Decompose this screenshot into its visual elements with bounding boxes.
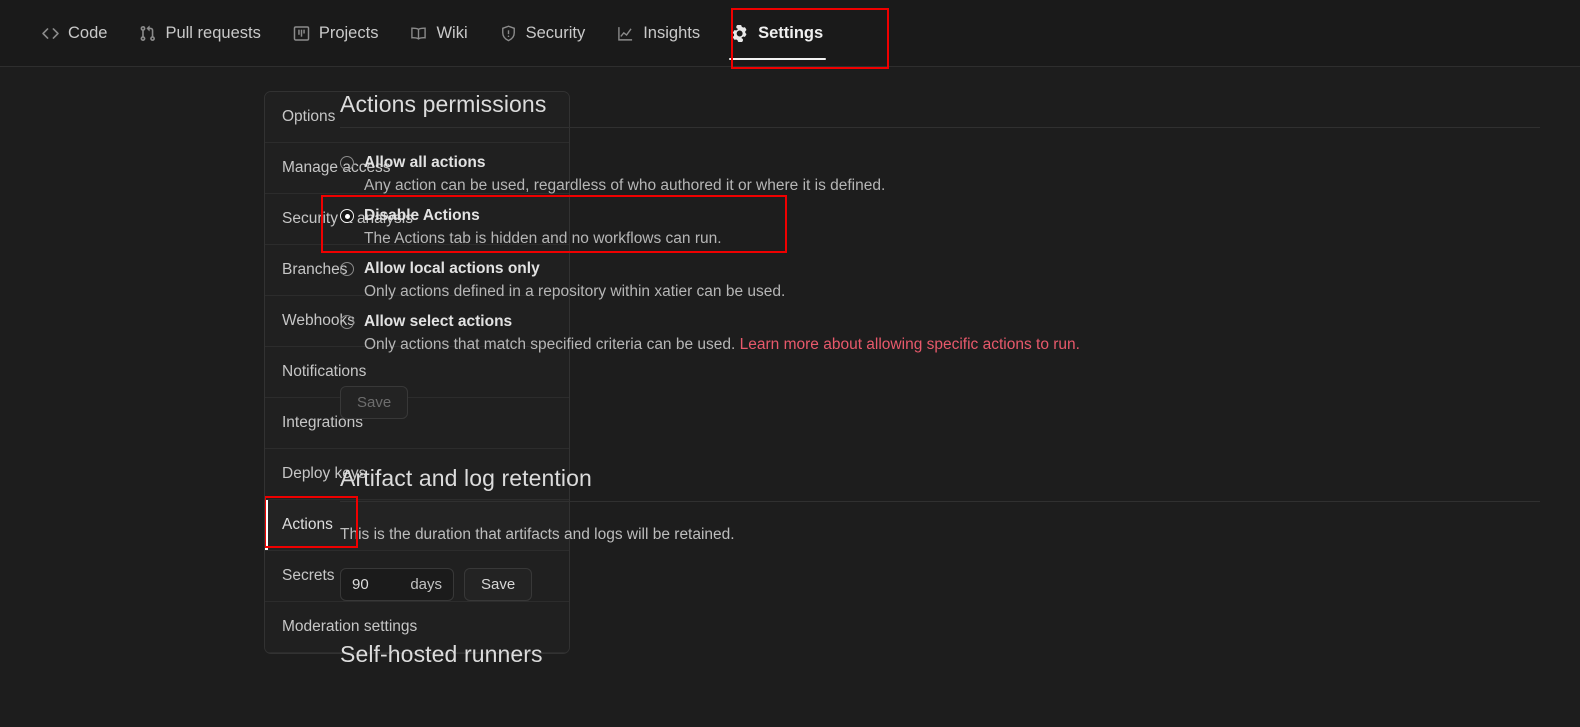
- permission-option-description: Only actions that match specified criter…: [340, 331, 1540, 354]
- repo-nav-header: Code Pull requests Projects Wiki Securit: [0, 0, 1580, 69]
- permission-option-local-only[interactable]: Allow local actions only Only actions de…: [340, 254, 1540, 307]
- repo-tab-label: Settings: [758, 24, 824, 43]
- repo-tab-projects[interactable]: Projects: [277, 0, 395, 67]
- repo-tab-label: Projects: [318, 24, 379, 43]
- permission-option-label[interactable]: Allow local actions only: [364, 260, 540, 278]
- retention-days-unit: days: [410, 576, 442, 593]
- repo-tab-label: Pull requests: [165, 24, 261, 43]
- permission-option-description: Any action can be used, regardless of wh…: [364, 177, 886, 194]
- repo-tab-pull-requests[interactable]: Pull requests: [123, 0, 276, 67]
- settings-sidebar-wrap: Options Manage access Security & analysi…: [0, 91, 570, 727]
- actions-permissions-radio-group: Allow all actions Any action can be used…: [321, 148, 1540, 360]
- gear-icon: [732, 25, 749, 42]
- permissions-actions-row: Save: [340, 386, 1540, 419]
- retention-description: This is the duration that artifacts and …: [340, 526, 735, 543]
- retention-days-field[interactable]: days: [340, 568, 454, 601]
- retention-days-input[interactable]: [352, 576, 398, 593]
- book-icon: [410, 25, 427, 42]
- retention-form-row: days Save: [340, 568, 1540, 601]
- title-divider: [340, 127, 1540, 128]
- radio-disable-actions[interactable]: [340, 209, 354, 223]
- permission-option-description: The Actions tab is hidden and no workflo…: [364, 230, 722, 247]
- retention-section-title: Artifact and log retention: [340, 465, 592, 491]
- repo-tab-code[interactable]: Code: [26, 0, 123, 67]
- permission-option-description-text: Only actions that match specified criter…: [364, 336, 736, 353]
- page-title: Actions permissions: [340, 91, 547, 117]
- radio-allow-local-actions-only[interactable]: [340, 262, 354, 276]
- radio-allow-select-actions[interactable]: [340, 315, 354, 329]
- settings-main-content: Actions permissions Allow all actions An…: [305, 91, 1580, 727]
- section-spacer-2: [340, 601, 1540, 641]
- save-retention-button[interactable]: Save: [464, 568, 533, 601]
- pull-request-icon: [139, 25, 156, 42]
- repo-tab-label: Code: [68, 24, 108, 43]
- repo-tab-label: Insights: [643, 24, 701, 43]
- project-board-icon: [293, 25, 310, 42]
- permission-option-label[interactable]: Allow select actions: [364, 313, 512, 331]
- graph-icon: [617, 25, 634, 42]
- radio-allow-all-actions[interactable]: [340, 156, 354, 170]
- repo-tab-label: Wiki: [436, 24, 468, 43]
- shield-icon: [500, 25, 517, 42]
- permission-option-description: Only actions defined in a repository wit…: [364, 283, 786, 300]
- permission-option-allow-all[interactable]: Allow all actions Any action can be used…: [340, 148, 1540, 201]
- page-body: Options Manage access Security & analysi…: [0, 67, 1580, 727]
- repo-nav-tabs: Code Pull requests Projects Wiki Securit: [0, 0, 1580, 67]
- repo-tab-security[interactable]: Security: [484, 0, 602, 67]
- runners-section-title: Self-hosted runners: [340, 641, 543, 667]
- learn-more-link[interactable]: Learn more about allowing specific actio…: [740, 336, 1080, 353]
- repo-tab-insights[interactable]: Insights: [601, 0, 716, 67]
- repo-tab-label: Security: [525, 24, 586, 43]
- repo-tab-settings[interactable]: Settings: [716, 0, 839, 67]
- retention-divider: [340, 501, 1540, 502]
- permission-option-disable-actions[interactable]: Disable Actions The Actions tab is hidde…: [321, 195, 1540, 254]
- permission-option-label[interactable]: Disable Actions: [364, 207, 480, 225]
- permission-option-label[interactable]: Allow all actions: [364, 154, 485, 172]
- code-icon: [42, 25, 59, 42]
- save-permissions-button[interactable]: Save: [340, 386, 409, 419]
- repo-tab-wiki[interactable]: Wiki: [394, 0, 483, 67]
- permission-option-select-actions[interactable]: Allow select actions Only actions that m…: [340, 307, 1540, 360]
